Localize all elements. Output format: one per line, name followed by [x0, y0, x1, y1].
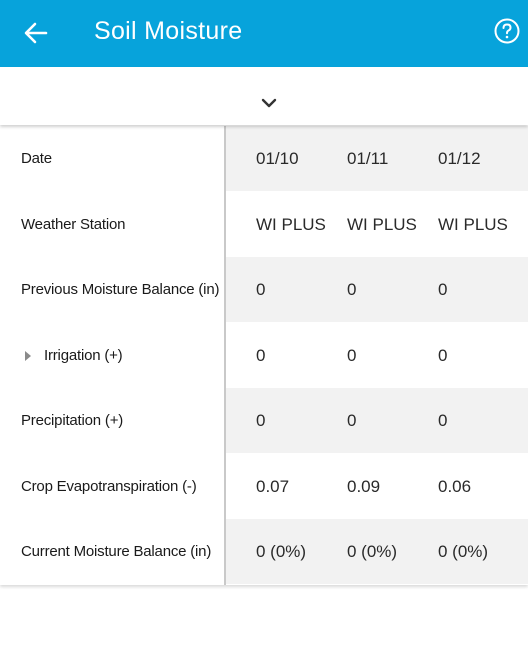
table-cell: 0 — [347, 280, 357, 299]
table-cell: 0 (0%) — [256, 542, 307, 561]
table-row — [226, 257, 528, 322]
table-cell: WI PLUS — [438, 215, 508, 234]
row-labels-column: Date Weather Station Previous Moisture Bal… — [0, 126, 226, 585]
row-label: Weather Station — [21, 216, 126, 233]
table-row — [226, 323, 528, 388]
row-label: Crop Evapotranspiration (-) — [21, 478, 197, 495]
table-cell: 0 (0%) — [438, 542, 489, 561]
arrow-left-icon[interactable] — [22, 19, 50, 47]
table-cell: WI PLUS — [256, 215, 326, 234]
row-label: Date — [21, 150, 52, 167]
table-cell: 01/12 — [438, 149, 481, 168]
table-cell: 0 — [438, 411, 448, 430]
table-cell: 0 — [438, 280, 448, 299]
row-label: Current Moisture Balance (in) — [21, 543, 212, 560]
collapse-toggle[interactable] — [0, 67, 528, 125]
app-bar: Soil Moisture — [0, 0, 528, 67]
table-cell: WI PLUS — [347, 215, 417, 234]
table-cell: 0.07 — [256, 477, 290, 496]
page-title: Soil Moisture — [94, 17, 243, 45]
table-cell: 01/11 — [347, 149, 389, 168]
table-cell: 0 — [256, 411, 266, 430]
row-label[interactable]: Irrigation (+) — [44, 323, 123, 388]
table-cell: 0 — [256, 346, 266, 365]
chevron-down-icon[interactable] — [261, 97, 277, 109]
table-row — [226, 388, 528, 453]
table-cell: 0 — [256, 280, 266, 299]
soil-moisture-table: Date Weather Station Previous Moisture Bal… — [0, 126, 528, 585]
table-cell: 0.09 — [347, 477, 381, 496]
row-label: Previous Moisture Balance (in) — [21, 281, 220, 298]
row-label: Precipitation (+) — [21, 412, 124, 429]
table-cell: 0 (0%) — [347, 542, 398, 561]
help-circle-icon[interactable] — [494, 18, 520, 44]
table-cell: 0.06 — [438, 477, 472, 496]
table-cell: 0 — [347, 411, 357, 430]
table-cell: 0 — [438, 346, 448, 365]
table-cell: 01/10 — [256, 149, 299, 168]
expand-triangle-icon[interactable] — [24, 351, 32, 361]
table-cell: 0 — [347, 346, 357, 365]
